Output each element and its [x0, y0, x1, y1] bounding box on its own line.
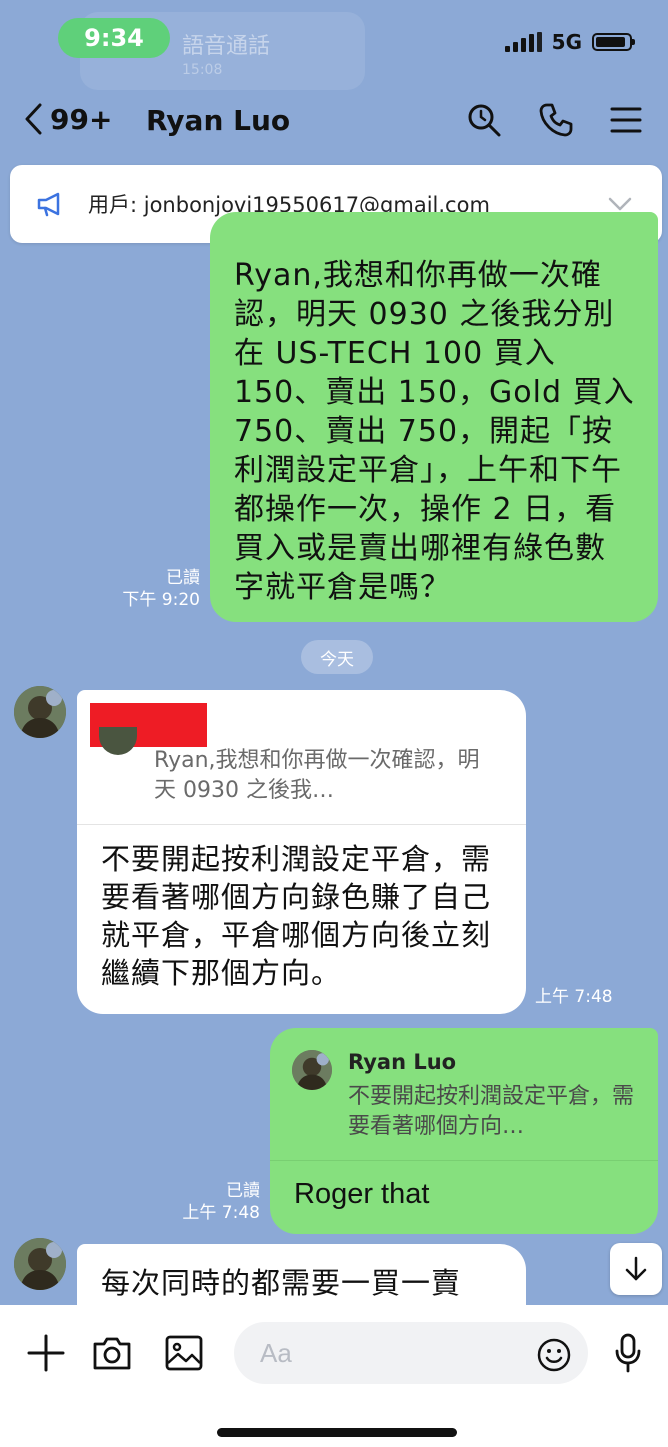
call-button[interactable]	[536, 100, 576, 140]
signal-icon	[504, 32, 542, 52]
voice-button[interactable]	[604, 1329, 652, 1377]
message-time: 下午 9:20	[122, 590, 200, 610]
background-call-title: 語音通話	[182, 34, 271, 59]
outgoing-message-bubble[interactable]: Ryan Luo 不要開起按利潤設定平倉，需要看著哪個方向… Roger tha…	[270, 1028, 658, 1234]
megaphone-icon	[37, 192, 60, 217]
message-input[interactable]	[234, 1322, 588, 1384]
composer-bar	[0, 1305, 668, 1447]
menu-button[interactable]	[606, 100, 646, 140]
emoji-icon	[537, 1338, 571, 1372]
avatar-image-icon	[14, 1238, 66, 1290]
outgoing-message-bubble[interactable]: Ryan,我想和你再做一次確認，明天 0930 之後我分別在 US-TECH 1…	[210, 212, 658, 622]
date-divider: 今天	[301, 640, 373, 674]
camera-icon	[93, 1337, 131, 1370]
home-indicator	[217, 1428, 457, 1437]
message-text: 不要開起按利潤設定平倉，需要看著哪個方向錄色賺了自己就平倉，平倉哪個方向後立刻繼…	[101, 842, 492, 990]
chat-header: 99+ Ryan Luo	[0, 92, 668, 148]
menu-icon	[610, 107, 642, 133]
message-text: Roger that	[294, 1178, 430, 1210]
add-button[interactable]	[22, 1329, 70, 1377]
chat-title[interactable]: Ryan Luo	[146, 104, 290, 137]
search-icon	[468, 104, 501, 137]
avatar-image-icon	[14, 686, 66, 738]
microphone-icon	[615, 1333, 641, 1373]
message-text: 每次同時的都需要一買一賣	[101, 1266, 462, 1300]
read-receipt: 已讀	[226, 1181, 260, 1201]
incoming-message-bubble[interactable]: Ryan,我想和你再做一次確認，明天 0930 之後我… 不要開起按利潤設定平倉…	[77, 690, 526, 1014]
quote-divider	[77, 824, 526, 825]
arrow-down-icon	[625, 1256, 647, 1281]
quote-divider	[270, 1160, 658, 1161]
quote-author: Ryan Luo	[348, 1050, 457, 1074]
avatar[interactable]	[14, 1238, 66, 1290]
battery-icon	[592, 33, 635, 51]
message-meta: 已讀 上午 7:48	[182, 1180, 260, 1224]
network-label: 5G	[551, 30, 582, 54]
chevron-left-icon	[25, 103, 42, 135]
message-time: 上午 7:48	[182, 1203, 260, 1223]
emoji-button[interactable]	[536, 1337, 572, 1373]
message-text: Ryan,我想和你再做一次確認，明天 0930 之後我分別在 US-TECH 1…	[234, 258, 635, 605]
image-icon	[165, 1335, 203, 1371]
scroll-to-bottom-button[interactable]	[610, 1243, 662, 1295]
message-time: 上午 7:48	[535, 987, 613, 1007]
search-button[interactable]	[464, 100, 504, 140]
plus-icon	[27, 1334, 65, 1372]
avatar[interactable]	[14, 686, 66, 738]
status-time: 9:34	[58, 18, 170, 58]
chevron-down-icon[interactable]	[608, 197, 632, 211]
read-receipt: 已讀	[166, 568, 200, 588]
quote-avatar	[292, 1050, 332, 1090]
avatar-image-icon	[292, 1050, 332, 1090]
message-meta: 已讀 下午 9:20	[122, 567, 200, 611]
quote-avatar	[99, 727, 137, 755]
camera-button[interactable]	[88, 1329, 136, 1377]
phone-icon	[539, 103, 573, 137]
quoted-message-text: 不要開起按利潤設定平倉，需要看著哪個方向…	[348, 1084, 635, 1139]
unread-count: 99+	[50, 102, 113, 136]
quoted-message-text: Ryan,我想和你再做一次確認，明天 0930 之後我…	[154, 748, 480, 803]
background-call-sub: 15:08	[182, 62, 223, 78]
gallery-button[interactable]	[160, 1329, 208, 1377]
back-button[interactable]: 99+	[22, 102, 112, 136]
status-icons: 5G	[504, 30, 635, 54]
